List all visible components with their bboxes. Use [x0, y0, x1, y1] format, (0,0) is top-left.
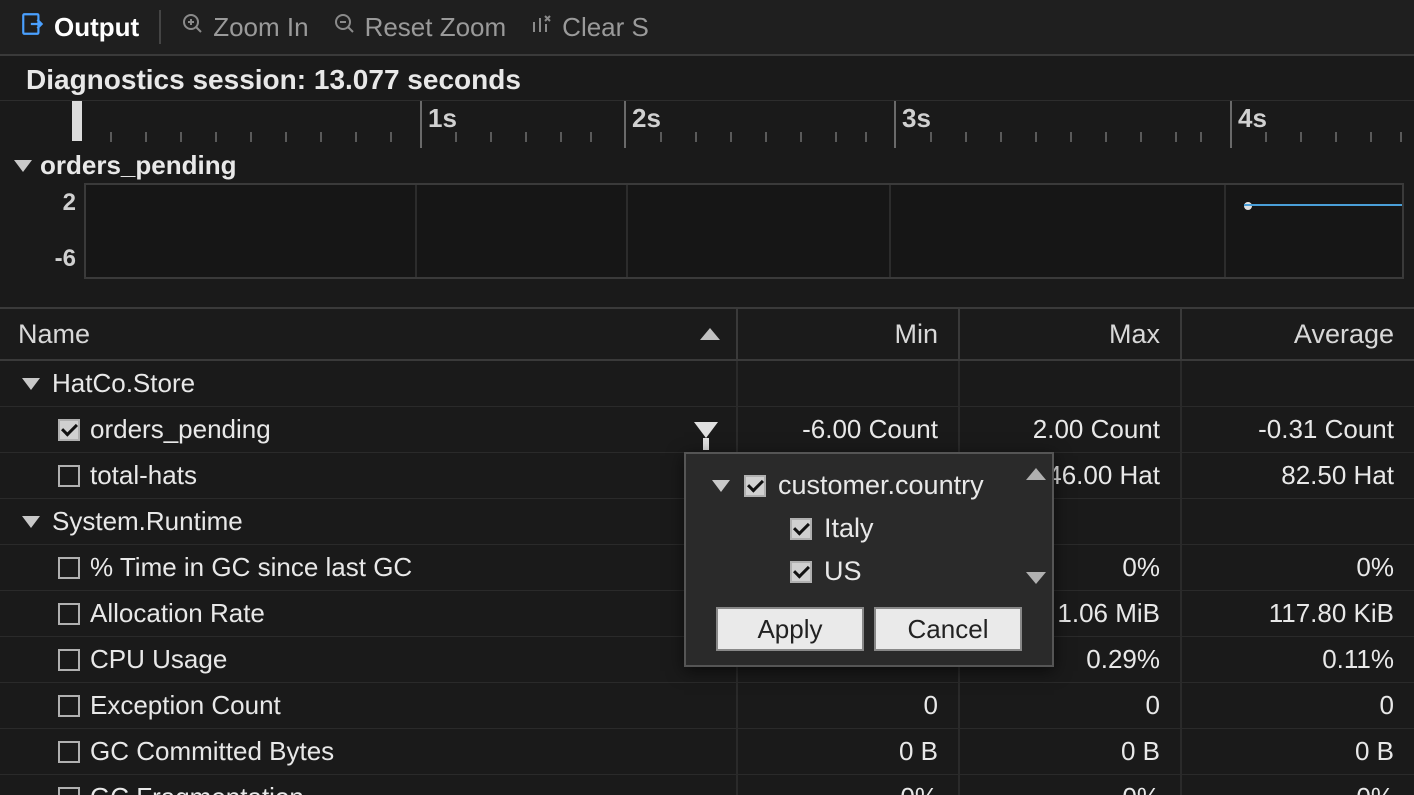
table-header: Name Min Max Average	[0, 309, 1414, 361]
clear-selection-button[interactable]: Clear S	[520, 8, 659, 47]
sort-asc-icon	[700, 328, 720, 340]
toolbar: Output Zoom In Reset Zoom Clear S	[0, 0, 1414, 56]
ruler-tick-2: 2s	[632, 103, 661, 134]
group-label: System.Runtime	[52, 506, 243, 537]
filter-option-checkbox[interactable]	[790, 518, 812, 540]
row-name: Allocation Rate	[90, 598, 265, 629]
row-name: GC Committed Bytes	[90, 736, 334, 767]
chart-title-row[interactable]: orders_pending	[10, 148, 1404, 183]
toolbar-divider	[159, 10, 161, 44]
chart-y-top: 2	[63, 189, 76, 217]
reset-zoom-button[interactable]: Reset Zoom	[323, 8, 517, 47]
row-checkbox[interactable]	[58, 695, 80, 717]
chart-plot[interactable]	[84, 183, 1404, 279]
row-checkbox[interactable]	[58, 557, 80, 579]
collapse-icon	[22, 516, 40, 528]
row-name: Exception Count	[90, 690, 281, 721]
session-header: Diagnostics session: 13.077 seconds	[0, 56, 1414, 96]
zoom-in-button[interactable]: Zoom In	[171, 8, 318, 47]
chart-y-bottom: -6	[55, 245, 76, 273]
clear-selection-icon	[530, 12, 554, 43]
table-row[interactable]: GC Committed Bytes 0 B 0 B 0 B	[0, 729, 1414, 775]
zoom-in-icon	[181, 12, 205, 43]
row-checkbox[interactable]	[58, 603, 80, 625]
row-name: orders_pending	[90, 414, 271, 445]
collapse-icon	[14, 160, 32, 172]
session-prefix: Diagnostics session:	[26, 64, 314, 95]
zoom-reset-icon	[333, 12, 357, 43]
chart-title: orders_pending	[40, 150, 236, 181]
cell-max: 2.00 Count	[960, 407, 1182, 452]
row-name: total-hats	[90, 460, 197, 491]
chart-y-axis: 2 -6	[10, 183, 84, 279]
filter-option-row[interactable]: Italy	[694, 507, 1044, 550]
filter-option-row[interactable]: US	[694, 550, 1044, 593]
output-icon	[20, 11, 46, 44]
group-label: HatCo.Store	[52, 368, 195, 399]
filter-group-checkbox[interactable]	[744, 475, 766, 497]
collapse-icon	[22, 378, 40, 390]
output-button[interactable]: Output	[10, 7, 149, 48]
session-duration: 13.077 seconds	[314, 64, 521, 95]
clear-label: Clear S	[562, 12, 649, 43]
filter-option-label: US	[824, 556, 862, 587]
reset-zoom-label: Reset Zoom	[365, 12, 507, 43]
filter-option-checkbox[interactable]	[790, 561, 812, 583]
filter-icon[interactable]	[694, 422, 718, 438]
output-label: Output	[54, 12, 139, 43]
cell-avg: 82.50 Hat	[1182, 453, 1414, 498]
ruler-tick-1: 1s	[428, 103, 457, 134]
filter-group-row[interactable]: customer.country	[694, 464, 1044, 507]
table-row[interactable]: GC Fragmentation 0% 0% 0%	[0, 775, 1414, 795]
filter-popup: customer.country Italy US Apply Cancel	[684, 452, 1054, 667]
table-row[interactable]: Exception Count 0 0 0	[0, 683, 1414, 729]
ruler-tick-4: 4s	[1238, 103, 1267, 134]
col-name[interactable]: Name	[0, 309, 738, 359]
cell-min: -6.00 Count	[738, 407, 960, 452]
row-checkbox[interactable]	[58, 741, 80, 763]
row-name: CPU Usage	[90, 644, 227, 675]
row-name: GC Fragmentation	[90, 782, 304, 795]
row-checkbox[interactable]	[58, 787, 80, 795]
group-header[interactable]: HatCo.Store	[0, 361, 1414, 407]
ruler-tick-3: 3s	[902, 103, 931, 134]
playhead[interactable]	[72, 101, 82, 141]
filter-group-label: customer.country	[778, 470, 984, 501]
col-avg[interactable]: Average	[1182, 309, 1414, 359]
row-checkbox[interactable]	[58, 419, 80, 441]
collapse-icon	[712, 480, 730, 492]
cancel-button[interactable]: Cancel	[874, 607, 1022, 651]
row-name: % Time in GC since last GC	[90, 552, 412, 583]
row-checkbox[interactable]	[58, 649, 80, 671]
col-min[interactable]: Min	[738, 309, 960, 359]
timeline-ruler[interactable]: 1s 2s 3s 4s	[0, 100, 1414, 148]
col-max[interactable]: Max	[960, 309, 1182, 359]
chart-section: orders_pending 2 -6	[0, 148, 1414, 285]
filter-option-label: Italy	[824, 513, 874, 544]
table-row[interactable]: orders_pending -6.00 Count 2.00 Count -0…	[0, 407, 1414, 453]
row-checkbox[interactable]	[58, 465, 80, 487]
cell-avg: -0.31 Count	[1182, 407, 1414, 452]
zoom-in-label: Zoom In	[213, 12, 308, 43]
apply-button[interactable]: Apply	[716, 607, 864, 651]
